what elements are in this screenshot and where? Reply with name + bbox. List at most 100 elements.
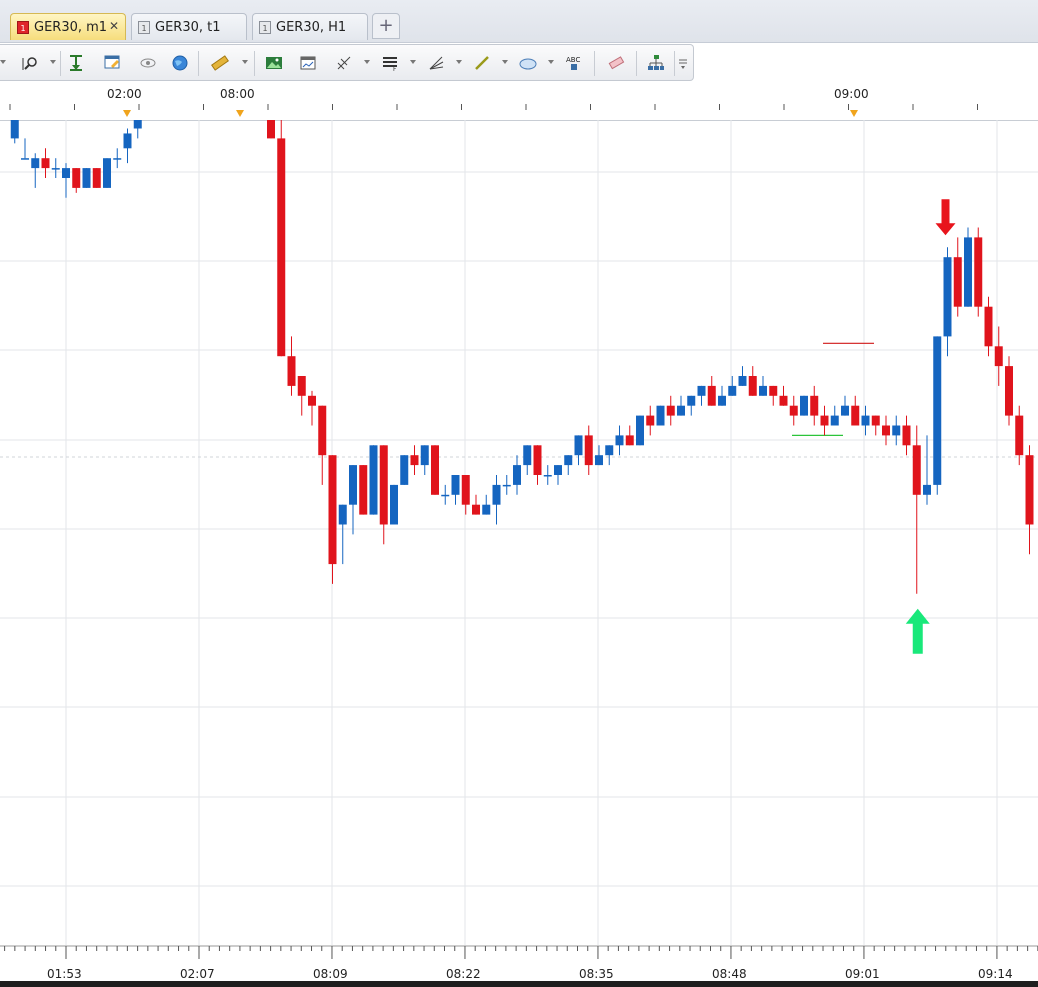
candle-body <box>431 445 439 495</box>
bottom-axis-label: 08:22 <box>446 967 481 981</box>
tab-ger30-m1[interactable]: 1 GER30, m1 ✕ <box>10 13 126 40</box>
candle-body <box>338 504 347 525</box>
top-axis-label: 08:00 <box>220 87 255 101</box>
candle-body <box>31 158 40 169</box>
candle-body <box>277 138 286 357</box>
candle-body <box>759 385 767 396</box>
sell-arrow-icon <box>935 199 956 236</box>
toolbar-separator <box>198 51 199 76</box>
ellipse-icon[interactable] <box>518 53 538 73</box>
candle-body <box>533 445 542 475</box>
candle-body <box>554 465 562 475</box>
candle-body <box>543 475 552 477</box>
candle-body <box>646 415 655 426</box>
candle-body <box>964 237 972 307</box>
candle-body <box>595 455 603 466</box>
chevron-down-icon[interactable] <box>50 60 56 64</box>
text-abc-icon[interactable]: ABC <box>564 53 584 73</box>
candle-body <box>103 158 111 188</box>
candle-body <box>92 168 101 188</box>
candle-body <box>472 504 480 515</box>
candle-body <box>718 395 726 406</box>
lines-icon[interactable]: F <box>380 53 400 73</box>
candle-body <box>584 435 593 466</box>
picture-icon[interactable] <box>264 53 284 73</box>
candle-body <box>943 257 952 337</box>
chevron-down-icon[interactable] <box>364 60 370 64</box>
fibonacci-icon[interactable] <box>334 53 354 73</box>
candle-body <box>984 306 993 347</box>
top-time-axis: 02:00 08:00 09:00 <box>0 84 1038 121</box>
price-chart[interactable] <box>0 120 1038 945</box>
candle-body <box>974 237 983 307</box>
candle-body <box>482 504 491 515</box>
candle-body <box>615 435 624 446</box>
candle-body <box>21 158 29 160</box>
bottom-axis-label: 01:53 <box>47 967 82 981</box>
candle-body <box>287 356 296 386</box>
candle-body <box>492 484 501 505</box>
candle-body <box>513 465 521 485</box>
svg-text:ABC: ABC <box>566 56 580 64</box>
candle-body <box>769 385 778 396</box>
pencil-line-icon[interactable] <box>472 53 492 73</box>
globe-icon[interactable] <box>170 53 190 73</box>
candle-body <box>953 257 962 307</box>
add-tab-button[interactable]: + <box>372 13 400 39</box>
more-icon[interactable] <box>676 53 690 73</box>
toolbar-separator <box>674 51 675 76</box>
bottom-axis-label: 02:07 <box>180 967 215 981</box>
toolbar-separator <box>636 51 637 76</box>
candle-body <box>502 484 511 487</box>
candle-body <box>133 120 142 129</box>
bottom-axis-label: 09:01 <box>845 967 880 981</box>
candle-body <box>349 465 357 505</box>
candle-body <box>605 445 614 456</box>
candle-body <box>738 376 747 386</box>
candle-body <box>441 494 450 497</box>
close-icon[interactable]: ✕ <box>109 19 119 33</box>
candle-body <box>41 158 50 169</box>
bottom-axis-label: 09:14 <box>978 967 1013 981</box>
candle-body <box>72 168 81 188</box>
candle-body <box>451 475 460 495</box>
candle-body <box>400 455 409 485</box>
toolbar-separator <box>594 51 595 76</box>
candle-body <box>123 133 132 149</box>
chart-tab-icon: 1 <box>138 20 150 34</box>
top-axis-label: 09:00 <box>834 87 869 101</box>
candle-body <box>564 455 573 466</box>
candle-body <box>420 445 429 466</box>
candle-body <box>728 385 737 396</box>
bottom-axis-ticks <box>0 945 1038 959</box>
candle-body <box>574 435 583 456</box>
chevron-down-icon[interactable] <box>242 60 248 64</box>
period-separator-icon[interactable] <box>66 53 86 73</box>
chevron-down-icon[interactable] <box>410 60 416 64</box>
chevron-down-icon[interactable] <box>0 60 6 64</box>
tab-label: GER30, H1 <box>276 19 347 35</box>
candle-body <box>1015 415 1024 456</box>
zoom-icon[interactable] <box>20 53 40 73</box>
candle-body <box>841 405 849 416</box>
chevron-down-icon[interactable] <box>502 60 508 64</box>
chart-window-icon[interactable] <box>298 53 318 73</box>
eraser-icon[interactable] <box>606 53 626 73</box>
ruler-icon[interactable] <box>210 53 230 73</box>
tab-ger30-t1[interactable]: 1 GER30, t1 <box>131 13 247 40</box>
toolbar-separator <box>254 51 255 76</box>
candle-body <box>851 405 860 426</box>
tab-ger30-h1[interactable]: 1 GER30, H1 <box>252 13 368 40</box>
chevron-down-icon[interactable] <box>456 60 462 64</box>
trend-fan-icon[interactable] <box>426 53 446 73</box>
bottom-axis-label: 08:48 <box>712 967 747 981</box>
chart-tab-icon: 1 <box>17 20 29 34</box>
chart-template-icon[interactable] <box>102 53 122 73</box>
top-axis-ticks <box>9 104 978 110</box>
candle-body <box>51 168 60 170</box>
drawing-toolbar: F ABC <box>0 44 694 81</box>
object-tree-icon[interactable] <box>646 53 666 73</box>
eye-icon[interactable] <box>138 53 158 73</box>
bottom-axis-label: 08:35 <box>579 967 614 981</box>
chevron-down-icon[interactable] <box>548 60 554 64</box>
